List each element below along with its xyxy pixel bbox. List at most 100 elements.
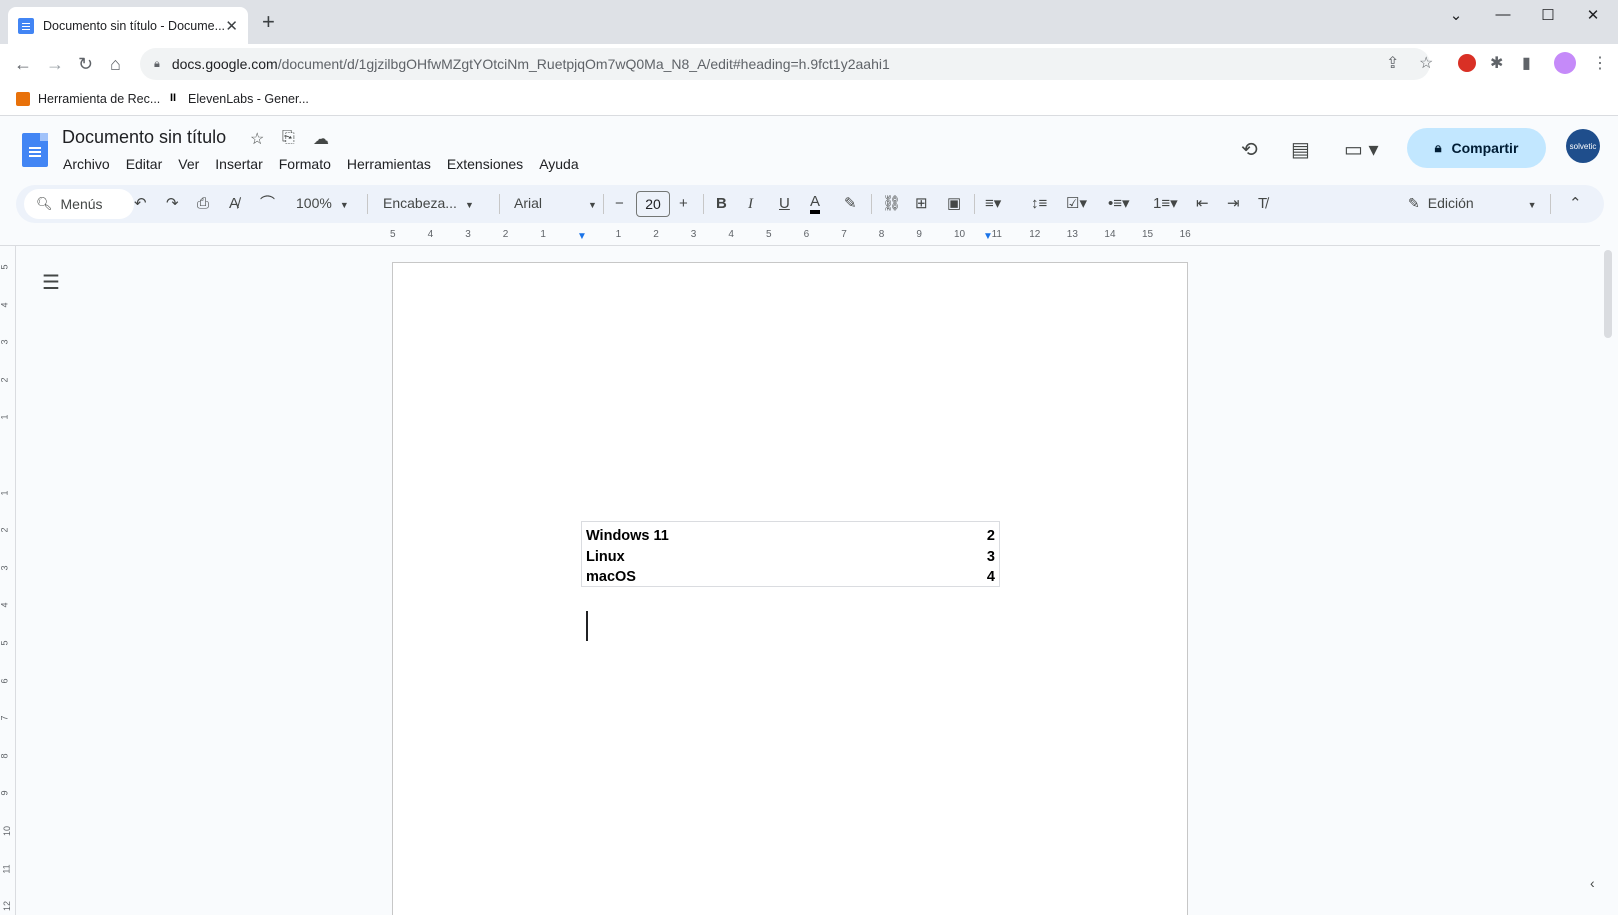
document-page[interactable]: Windows 11 2 Linux 3 macOS 4 — [392, 262, 1188, 915]
new-tab-icon[interactable]: + — [262, 11, 275, 33]
extension-red-icon[interactable] — [1458, 54, 1476, 72]
docs-favicon-icon — [18, 17, 34, 34]
decrease-indent-icon[interactable]: ⇤ — [1196, 194, 1209, 214]
editing-mode-select[interactable]: ✎ Edición ▼ — [1408, 195, 1537, 212]
bookmarks-bar: Herramienta de Rec... II ElevenLabs - Ge… — [0, 84, 1618, 116]
window-close-icon[interactable]: ✕ — [1570, 6, 1616, 24]
highlight-icon[interactable]: ✎ — [844, 194, 857, 214]
vertical-ruler-tick-label: 6 — [0, 678, 10, 684]
align-icon[interactable]: ≡▾ — [985, 194, 1001, 214]
left-indent-marker[interactable]: ▼ — [577, 231, 587, 242]
lock-icon: 🔒︎ — [154, 57, 160, 70]
menu-insertar[interactable]: Insertar — [215, 156, 262, 172]
document-title[interactable]: Documento sin título — [62, 127, 226, 148]
browser-menu-icon[interactable]: ⋮ — [1592, 53, 1608, 73]
undo-icon[interactable]: ↶ — [134, 194, 147, 214]
menu-editar[interactable]: Editar — [126, 156, 163, 172]
document-outline-icon[interactable]: ☰ — [42, 270, 60, 295]
toc-entry[interactable]: Linux 3 — [586, 547, 995, 568]
browser-profile-avatar[interactable] — [1554, 52, 1576, 74]
ruler-tick-label: 3 — [690, 229, 697, 240]
text-color-icon[interactable]: A — [810, 194, 821, 214]
vertical-ruler-tick-label: 3 — [0, 339, 10, 345]
numbered-list-icon[interactable]: 1≡▾ — [1153, 194, 1178, 214]
menu-archivo[interactable]: Archivo — [63, 156, 110, 172]
increase-font-size-icon[interactable]: + — [679, 194, 688, 214]
print-icon[interactable]: ⎙ — [197, 194, 209, 214]
font-select[interactable]: Arial ▼ — [514, 195, 597, 211]
font-size-input[interactable]: 20 — [636, 191, 670, 217]
forward-icon[interactable]: → — [46, 54, 64, 74]
toc-entry[interactable]: macOS 4 — [586, 567, 995, 588]
font-value: Arial — [514, 195, 543, 211]
paragraph-style-select[interactable]: Encabeza... ▼ — [383, 195, 474, 211]
menu-herramientas[interactable]: Herramientas — [347, 156, 431, 172]
bulleted-list-icon[interactable]: •≡▾ — [1108, 194, 1130, 214]
paint-format-icon[interactable]: ⌒ — [260, 194, 275, 214]
menus-search-input[interactable]: 🔍︎ Menús — [24, 189, 134, 219]
scrollbar-thumb[interactable] — [1604, 250, 1612, 338]
horizontal-ruler[interactable]: 5 4 3 2 1 1 2 3 4 5 6 7 8 9 10 11 12 13 14 15 16 ▼ ▼ — [390, 229, 1191, 245]
vertical-ruler[interactable]: 5 4 3 2 1 1 2 3 4 5 6 7 8 9 10 11 12 — [0, 246, 16, 915]
comments-icon[interactable]: ▤ — [1291, 137, 1310, 162]
star-icon[interactable]: ☆ — [250, 129, 264, 149]
ruler-tick-label: 1 — [540, 229, 546, 240]
version-history-icon[interactable]: ⟲ — [1241, 137, 1258, 162]
right-indent-marker[interactable]: ▼ — [983, 231, 993, 242]
toc-entry-label[interactable]: Linux — [586, 547, 625, 568]
spellcheck-icon[interactable]: A̸ — [229, 194, 239, 214]
browser-tab[interactable]: Documento sin título - Docume... ✕ — [8, 7, 248, 44]
insert-link-icon[interactable]: ⛓ — [882, 194, 901, 214]
line-spacing-icon[interactable]: ↕≡ — [1031, 194, 1047, 214]
docs-header: Documento sin título ☆ ⎘ ☁ Archivo Edita… — [0, 117, 1618, 181]
maximize-icon[interactable]: ☐ — [1525, 6, 1571, 24]
bookmark-item[interactable]: Herramienta de Rec... — [16, 92, 160, 106]
cloud-saved-icon[interactable]: ☁ — [313, 129, 329, 149]
share-page-icon[interactable]: ⇪ — [1386, 53, 1399, 73]
increase-indent-icon[interactable]: ⇥ — [1227, 194, 1240, 214]
insert-image-icon[interactable]: ▣ — [947, 194, 961, 214]
bookmark-star-icon[interactable]: ☆ — [1419, 53, 1433, 73]
ruler-tick-label: 5 — [390, 229, 396, 240]
menu-bar: Archivo Editar Ver Insertar Formato Herr… — [63, 156, 595, 172]
divider — [367, 194, 368, 214]
decrease-font-size-icon[interactable]: − — [615, 194, 624, 214]
side-panel-icon[interactable]: ▮ — [1522, 53, 1531, 73]
meet-camera-icon[interactable]: ▭ ▾ — [1344, 137, 1379, 162]
scrollbar[interactable] — [1600, 246, 1618, 915]
toc-entry-label[interactable]: Windows 11 — [586, 526, 669, 547]
minimize-icon[interactable]: — — [1480, 6, 1526, 23]
docs-logo-icon[interactable] — [22, 133, 48, 167]
back-icon[interactable]: ← — [14, 54, 32, 74]
italic-icon[interactable]: I — [748, 194, 753, 214]
checklist-icon[interactable]: ☑▾ — [1066, 194, 1087, 214]
share-button[interactable]: 🔒︎ Compartir — [1407, 128, 1546, 168]
toc-entry[interactable]: Windows 11 2 — [586, 526, 995, 547]
account-avatar[interactable]: solvetic — [1566, 129, 1600, 163]
vertical-ruler-tick-label: 2 — [0, 377, 10, 383]
hide-menus-chevron-up-icon[interactable]: ⌃ — [1569, 194, 1582, 214]
ruler-tick-label: 7 — [841, 229, 847, 240]
toc-entry-label[interactable]: macOS — [586, 567, 636, 588]
menu-extensiones[interactable]: Extensiones — [447, 156, 523, 172]
ruler-tick-label: 4 — [728, 229, 734, 240]
move-folder-icon[interactable]: ⎘ — [282, 129, 295, 147]
bold-icon[interactable]: B — [716, 194, 727, 214]
side-panel-chevron-icon[interactable]: ‹ — [1590, 875, 1595, 891]
menu-ayuda[interactable]: Ayuda — [539, 156, 578, 172]
home-icon[interactable]: ⌂ — [110, 54, 121, 74]
reload-icon[interactable]: ↻ — [78, 54, 93, 74]
extensions-puzzle-icon[interactable]: ✱ — [1490, 53, 1503, 73]
bookmark-item[interactable]: II ElevenLabs - Gener... — [170, 92, 309, 106]
table-of-contents[interactable]: Windows 11 2 Linux 3 macOS 4 — [581, 521, 1000, 587]
redo-icon[interactable]: ↷ — [166, 194, 179, 214]
tab-search-chevron-icon[interactable]: ⌄ — [1433, 6, 1479, 24]
menu-ver[interactable]: Ver — [178, 156, 199, 172]
underline-icon[interactable]: U — [779, 194, 790, 214]
zoom-select[interactable]: 100% ▼ — [296, 195, 349, 211]
close-icon[interactable]: ✕ — [225, 17, 238, 35]
menu-formato[interactable]: Formato — [279, 156, 331, 172]
add-comment-icon[interactable]: ⊞ — [915, 194, 928, 214]
clear-formatting-icon[interactable]: T̸ — [1258, 194, 1267, 214]
address-bar[interactable]: 🔒︎ docs.google.com/document/d/1gjzilbgOH… — [140, 48, 1430, 80]
